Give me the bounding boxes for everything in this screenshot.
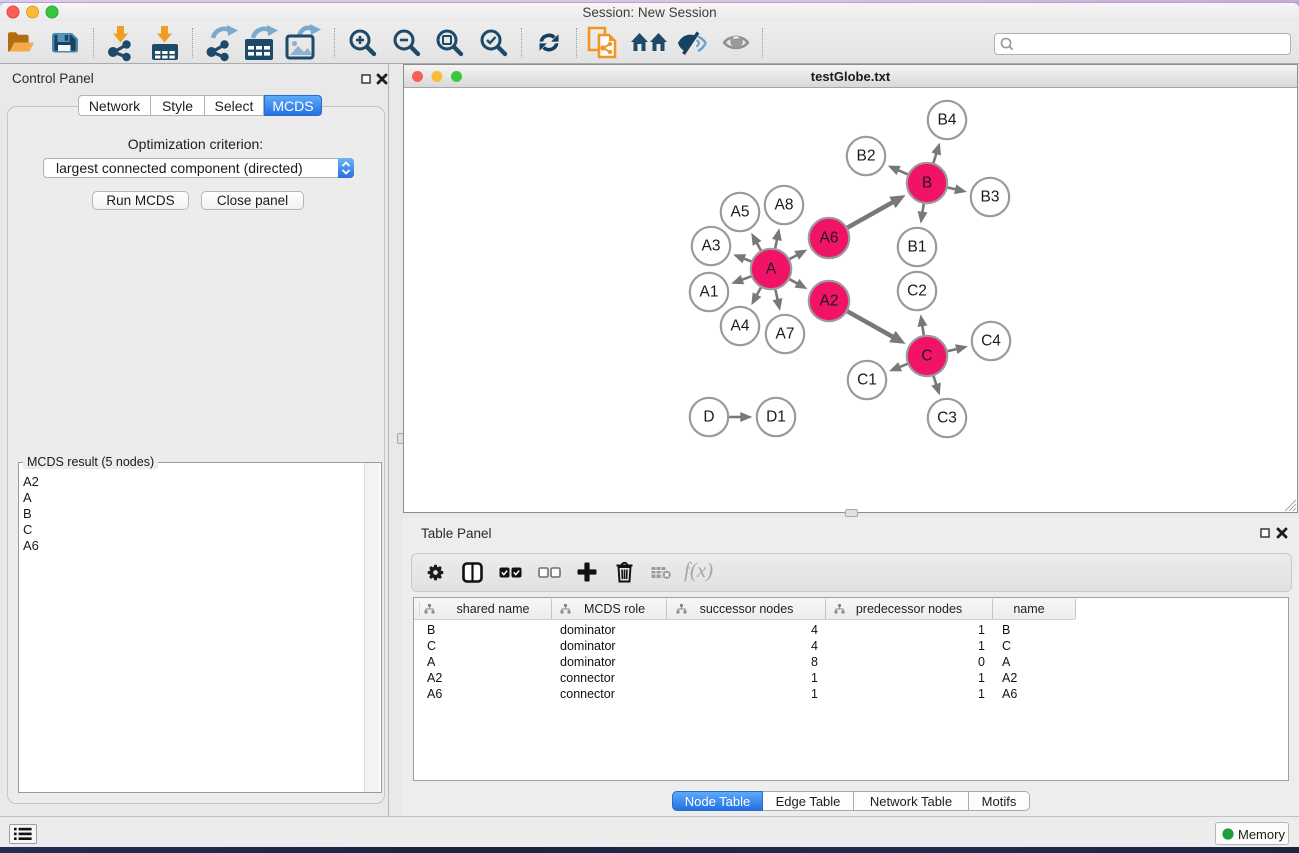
svg-text:B: B: [922, 175, 932, 192]
svg-text:B1: B1: [908, 239, 927, 256]
svg-text:C2: C2: [907, 283, 927, 300]
svg-text:A5: A5: [731, 204, 750, 221]
svg-text:B4: B4: [938, 112, 957, 129]
svg-text:A: A: [766, 261, 777, 278]
svg-text:D: D: [703, 409, 714, 426]
svg-text:C4: C4: [981, 333, 1001, 350]
svg-text:A4: A4: [731, 318, 750, 335]
svg-text:A2: A2: [820, 293, 839, 310]
svg-text:C3: C3: [937, 410, 957, 427]
svg-text:B2: B2: [857, 148, 876, 165]
svg-text:C: C: [921, 348, 932, 365]
svg-text:A1: A1: [700, 284, 719, 301]
svg-text:A8: A8: [775, 197, 794, 214]
svg-text:B3: B3: [981, 189, 1000, 206]
svg-text:A3: A3: [702, 238, 721, 255]
svg-text:C1: C1: [857, 372, 877, 389]
svg-text:D1: D1: [766, 409, 786, 426]
svg-text:A7: A7: [776, 326, 795, 343]
svg-text:A6: A6: [820, 230, 839, 247]
